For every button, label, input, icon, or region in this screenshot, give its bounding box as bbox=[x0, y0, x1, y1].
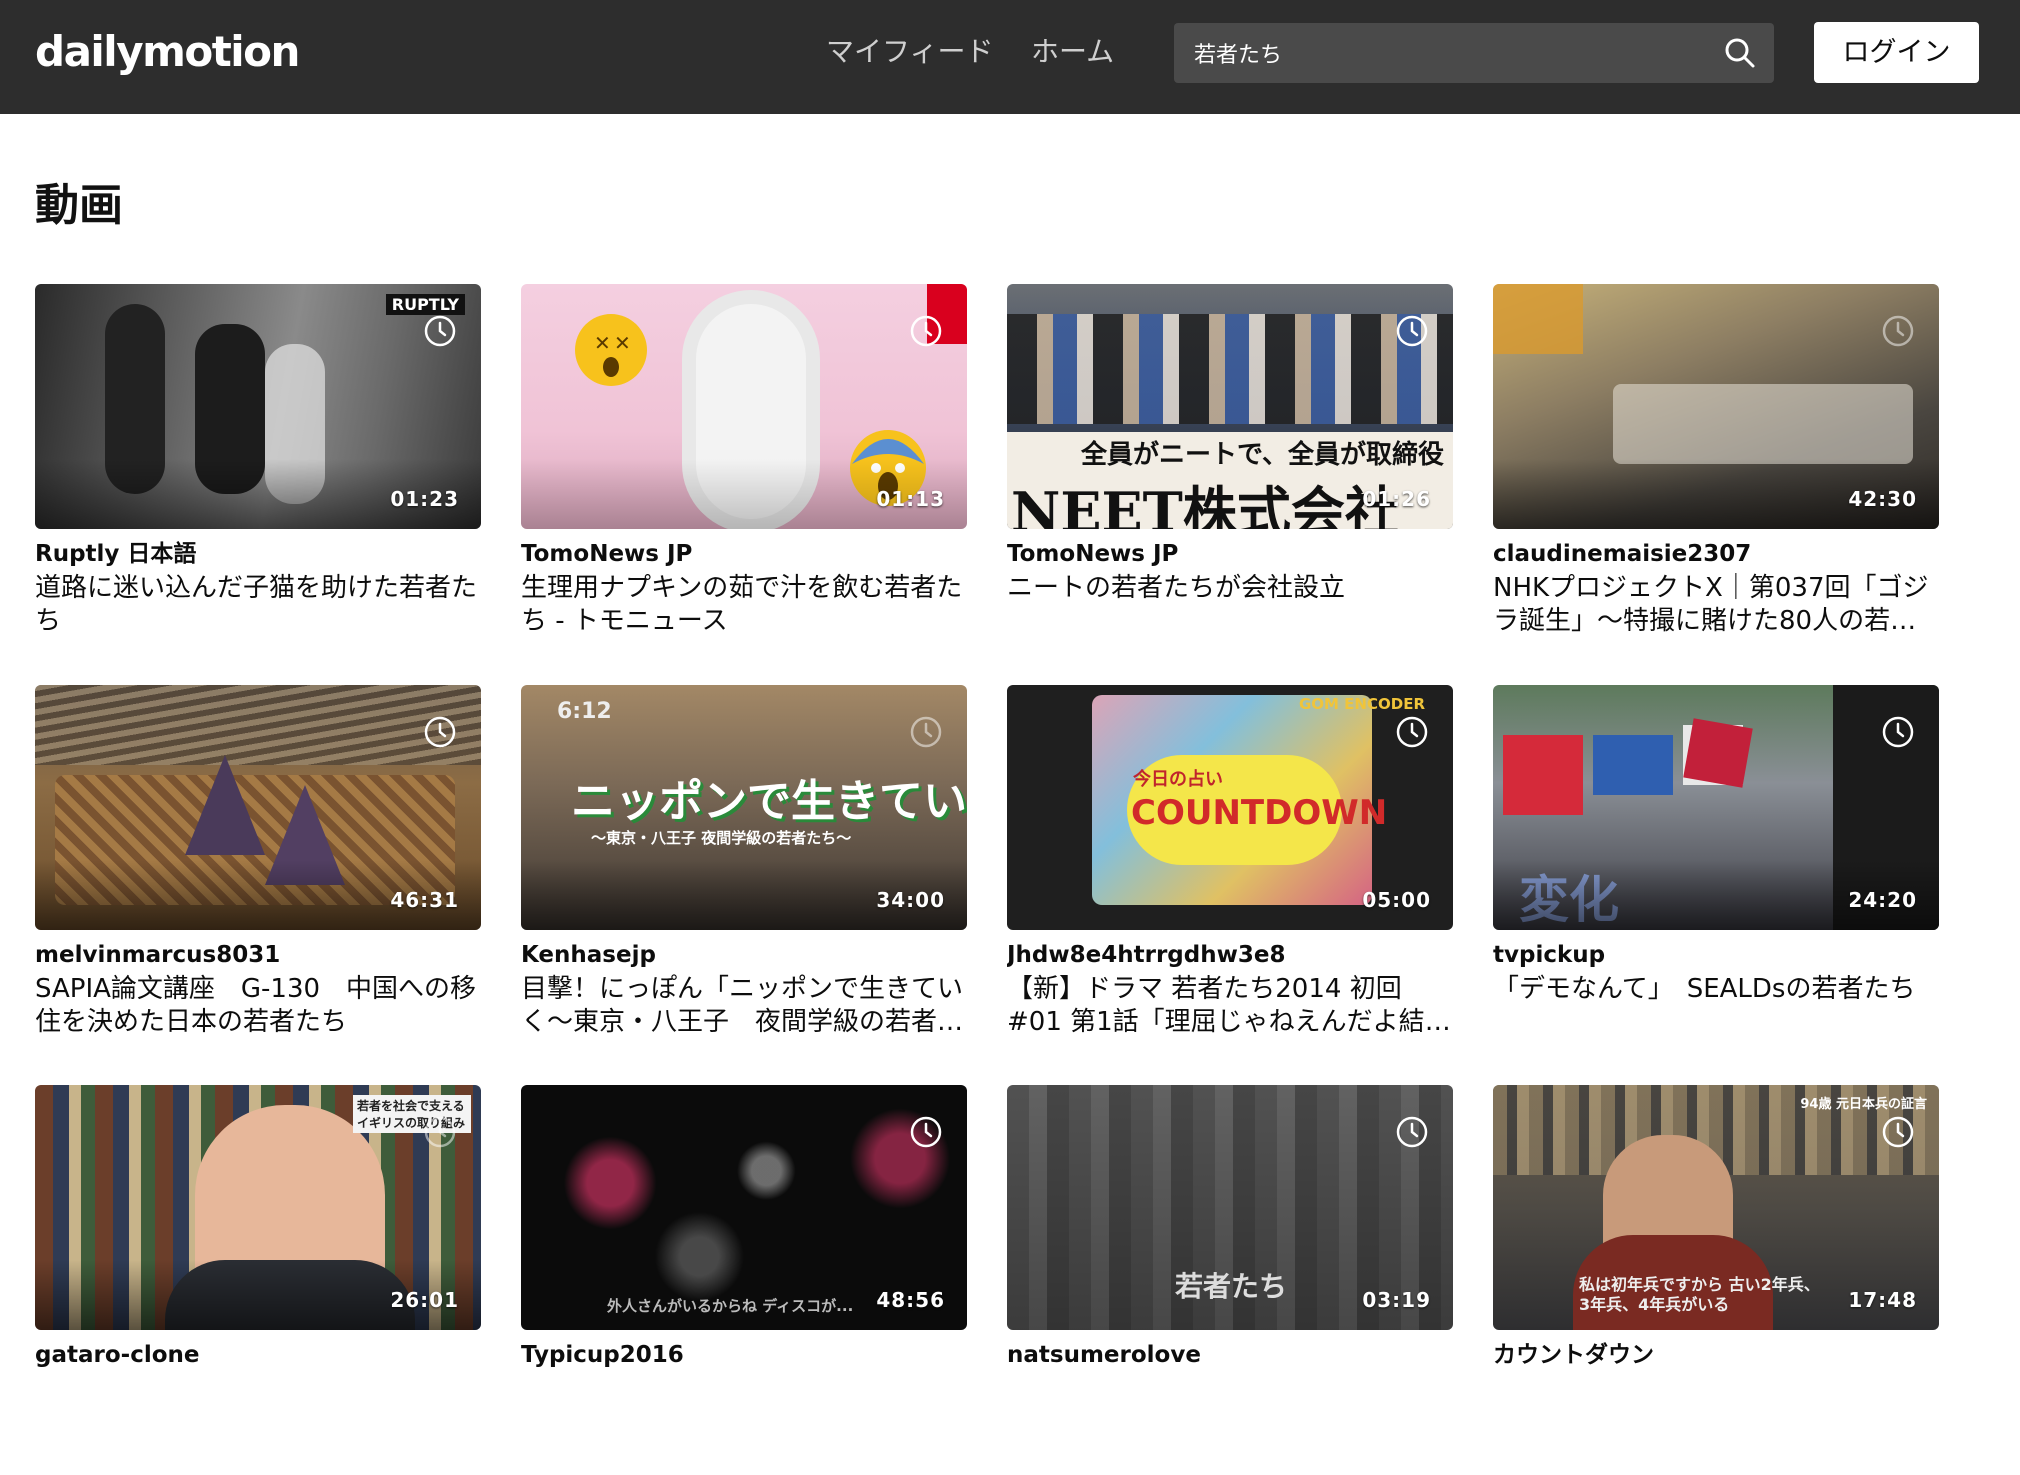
channel-name[interactable]: TomoNews JP bbox=[1007, 538, 1453, 570]
watch-later-icon[interactable] bbox=[909, 1115, 943, 1149]
channel-name[interactable]: Jhdw8e4htrrgdhw3e8 bbox=[1007, 939, 1453, 971]
channel-name[interactable]: Kenhasejp bbox=[521, 939, 967, 971]
nav-home[interactable]: ホーム bbox=[1031, 30, 1114, 74]
svg-text:✕: ✕ bbox=[594, 331, 611, 355]
channel-name[interactable]: Typicup2016 bbox=[521, 1339, 967, 1371]
video-thumbnail[interactable]: 46:31 bbox=[35, 685, 481, 930]
thumbnail-caption: 〜東京・八王子 夜間学級の若者たち〜 bbox=[591, 829, 852, 847]
video-duration: 17:48 bbox=[1848, 1288, 1917, 1312]
video-thumbnail[interactable]: 外人さんがいるからね ディスコが... 48:56 bbox=[521, 1085, 967, 1330]
channel-name[interactable]: claudinemaisie2307 bbox=[1493, 538, 1939, 570]
video-duration: 05:00 bbox=[1362, 888, 1431, 912]
channel-name[interactable]: tvpickup bbox=[1493, 939, 1939, 971]
thumbnail-caption-large: COUNTDOWN bbox=[1131, 793, 1388, 833]
watch-later-icon[interactable] bbox=[1881, 314, 1915, 348]
video-card[interactable]: 今日の占い COUNTDOWN GOM ENCODER 05:00 Jhdw8e… bbox=[1007, 685, 1453, 1075]
video-duration: 26:01 bbox=[390, 1288, 459, 1312]
video-title[interactable]: NHKプロジェクトX｜第037回「ゴジラ誕生」〜特撮に賭けた80人の若者たち〜 bbox=[1493, 572, 1939, 638]
channel-watermark: RUPTLY bbox=[385, 294, 465, 315]
video-duration: 42:30 bbox=[1848, 487, 1917, 511]
video-thumbnail[interactable]: 若者を社会で支える イギリスの取り組み 26:01 bbox=[35, 1085, 481, 1330]
watch-later-icon[interactable] bbox=[423, 1115, 457, 1149]
caption-watermark: 94歳 元日本兵の証言 bbox=[1800, 1097, 1927, 1112]
video-title[interactable]: 「デモなんて」 SEALDsの若者たち bbox=[1493, 973, 1939, 1006]
video-thumbnail[interactable]: ✕ ✕ 01:13 bbox=[521, 284, 967, 529]
dizzy-face-emoji-icon: ✕ ✕ bbox=[575, 314, 647, 386]
video-duration: 03:19 bbox=[1362, 1288, 1431, 1312]
time-watermark: 6:12 bbox=[557, 699, 612, 724]
video-card[interactable]: 若者を社会で支える イギリスの取り組み 26:01 gataro-clone bbox=[35, 1085, 481, 1475]
watch-later-icon[interactable] bbox=[1881, 715, 1915, 749]
channel-name[interactable]: gataro-clone bbox=[35, 1339, 481, 1371]
video-card[interactable]: 若者たち 03:19 natsumerolove bbox=[1007, 1085, 1453, 1475]
watch-later-icon[interactable] bbox=[1395, 715, 1429, 749]
video-card[interactable]: 変化 24:20 tvpickup 「デモなんて」 SEALDsの若者たち bbox=[1493, 685, 1939, 1075]
thumbnail-caption: 全員がニートで、全員が取締役 bbox=[1081, 440, 1444, 470]
section-title-videos: 動画 bbox=[35, 180, 123, 231]
video-duration: 24:20 bbox=[1848, 888, 1917, 912]
search-input[interactable] bbox=[1194, 23, 1694, 83]
video-card[interactable]: 6:12 ニッポンで生きていく 〜東京・八王子 夜間学級の若者たち〜 34:00… bbox=[521, 685, 967, 1075]
video-thumbnail[interactable]: 6:12 ニッポンで生きていく 〜東京・八王子 夜間学級の若者たち〜 34:00 bbox=[521, 685, 967, 930]
encoder-watermark: GOM ENCODER bbox=[1298, 695, 1425, 713]
video-title[interactable]: 目撃！にっぽん「ニッポンで生きていく〜東京・八王子 夜間学級の若者たち〜」 bbox=[521, 973, 967, 1039]
nav-my-feed[interactable]: マイフィード bbox=[826, 30, 993, 74]
video-card[interactable]: 94歳 元日本兵の証言 私は初年兵ですから 古い2年兵、3年兵、4年兵がいる 1… bbox=[1493, 1085, 1939, 1475]
video-card[interactable]: 全員がニートで、全員が取締役 NEET株式会社 01:26 TomoNews J… bbox=[1007, 284, 1453, 674]
channel-name[interactable]: Ruptly 日本語 bbox=[35, 538, 481, 570]
watch-later-icon[interactable] bbox=[909, 715, 943, 749]
thumbnail-caption-large: 若者たち bbox=[1175, 1270, 1288, 1303]
video-card[interactable]: 外人さんがいるからね ディスコが... 48:56 Typicup2016 bbox=[521, 1085, 967, 1475]
video-title[interactable]: 道路に迷い込んだ子猫を助けた若者たち bbox=[35, 572, 481, 638]
video-card[interactable]: 42:30 claudinemaisie2307 NHKプロジェクトX｜第037… bbox=[1493, 284, 1939, 674]
channel-name[interactable]: melvinmarcus8031 bbox=[35, 939, 481, 971]
thumbnail-caption: 今日の占い bbox=[1133, 769, 1223, 790]
watch-later-icon[interactable] bbox=[423, 715, 457, 749]
video-duration: 34:00 bbox=[876, 888, 945, 912]
login-button[interactable]: ログイン bbox=[1814, 22, 1979, 83]
video-duration: 48:56 bbox=[876, 1288, 945, 1312]
watch-later-icon[interactable] bbox=[909, 314, 943, 348]
video-thumbnail[interactable]: RUPTLY 01:23 bbox=[35, 284, 481, 529]
subtitle-caption: 外人さんがいるからね ディスコが... bbox=[607, 1297, 854, 1315]
top-header: dailymotion マイフィード ホーム ログイン bbox=[0, 0, 2020, 114]
channel-name[interactable]: TomoNews JP bbox=[521, 538, 967, 570]
search-box bbox=[1174, 23, 1774, 83]
watch-later-icon[interactable] bbox=[1881, 1115, 1915, 1149]
video-card[interactable]: 46:31 melvinmarcus8031 SAPIA論文講座 G-130 中… bbox=[35, 685, 481, 1075]
svg-text:✕: ✕ bbox=[614, 331, 631, 355]
video-title[interactable]: 生理用ナプキンの茹で汁を飲む若者たち - トモニュース bbox=[521, 572, 967, 638]
video-thumbnail[interactable]: 若者たち 03:19 bbox=[1007, 1085, 1453, 1330]
search-icon[interactable] bbox=[1724, 37, 1756, 69]
channel-name[interactable]: カウントダウン bbox=[1493, 1339, 1939, 1371]
video-duration: 46:31 bbox=[390, 888, 459, 912]
video-title[interactable]: ニートの若者たちが会社設立 bbox=[1007, 572, 1453, 605]
video-duration: 01:13 bbox=[876, 487, 945, 511]
subtitle-caption: 私は初年兵ですから 古い2年兵、3年兵、4年兵がいる bbox=[1579, 1275, 1820, 1314]
video-duration: 01:23 bbox=[390, 487, 459, 511]
video-thumbnail[interactable]: 42:30 bbox=[1493, 284, 1939, 529]
dailymotion-logo[interactable]: dailymotion bbox=[35, 24, 300, 80]
video-duration: 01:26 bbox=[1362, 487, 1431, 511]
watch-later-icon[interactable] bbox=[1395, 1115, 1429, 1149]
video-card[interactable]: ✕ ✕ 01:13 TomoNews JP 生理用ナプキンの茹で汁を飲む若者たち … bbox=[521, 284, 967, 674]
thumbnail-caption-large: NEET株式会社 bbox=[1011, 480, 1399, 529]
watch-later-icon[interactable] bbox=[423, 314, 457, 348]
video-thumbnail[interactable]: 全員がニートで、全員が取締役 NEET株式会社 01:26 bbox=[1007, 284, 1453, 529]
video-thumbnail[interactable]: 今日の占い COUNTDOWN GOM ENCODER 05:00 bbox=[1007, 685, 1453, 930]
video-title[interactable]: 【新】ドラマ 若者たち2014 初回 #01 第1話「理屈じゃねえんだよ結婚は」… bbox=[1007, 973, 1453, 1039]
watch-later-icon[interactable] bbox=[1395, 314, 1429, 348]
channel-name[interactable]: natsumerolove bbox=[1007, 1339, 1453, 1371]
video-card[interactable]: RUPTLY 01:23 Ruptly 日本語 道路に迷い込んだ子猫を助けた若者… bbox=[35, 284, 481, 674]
thumbnail-caption-large: ニッポンで生きていく bbox=[571, 776, 967, 827]
video-thumbnail[interactable]: 94歳 元日本兵の証言 私は初年兵ですから 古い2年兵、3年兵、4年兵がいる 1… bbox=[1493, 1085, 1939, 1330]
video-title[interactable]: SAPIA論文講座 G-130 中国への移住を決めた日本の若者たち bbox=[35, 973, 481, 1039]
video-thumbnail[interactable]: 変化 24:20 bbox=[1493, 685, 1939, 930]
